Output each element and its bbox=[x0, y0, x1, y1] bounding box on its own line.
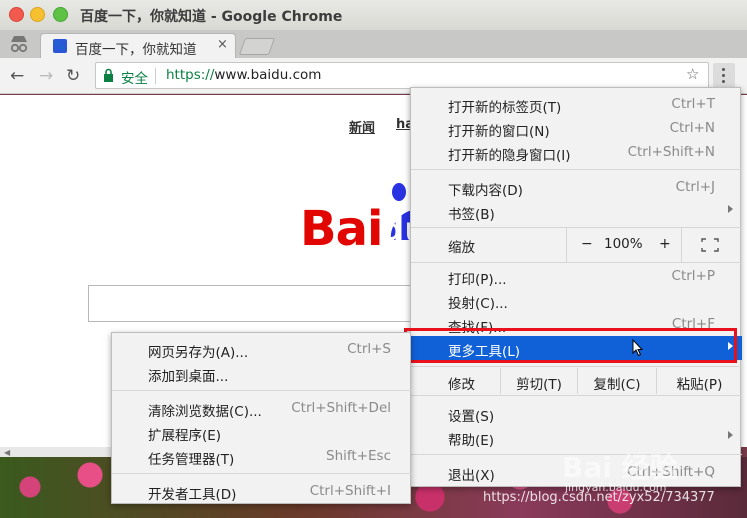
menu-item-label: 退出(X) bbox=[448, 468, 495, 484]
address-divider bbox=[155, 68, 156, 84]
menu-divider bbox=[411, 169, 742, 170]
menu-item-label: 下载内容(D) bbox=[448, 183, 523, 199]
lock-icon bbox=[104, 68, 113, 82]
mouse-cursor-icon bbox=[632, 339, 644, 357]
url-host: www.baidu.com bbox=[214, 67, 322, 83]
zoom-in-button[interactable]: + bbox=[659, 236, 671, 252]
tab-title: 百度一下，你就知道 bbox=[75, 42, 197, 58]
menu-divider bbox=[112, 473, 412, 474]
fullscreen-icon[interactable] bbox=[701, 238, 719, 252]
bookmark-star-icon[interactable]: ☆ bbox=[686, 65, 699, 83]
menu-dot bbox=[722, 74, 725, 77]
submenu-item-add-to-desktop[interactable]: 添加到桌面... bbox=[112, 361, 412, 385]
scroll-left-icon[interactable]: ◀ bbox=[4, 448, 10, 457]
menu-dot bbox=[722, 80, 725, 83]
menu-item-label: 打印(P)... bbox=[448, 272, 507, 288]
copy-button[interactable]: 复制(C) bbox=[577, 368, 656, 394]
menu-item-label: 书签(B) bbox=[448, 207, 495, 223]
watermark-logo: Bai 经验 bbox=[562, 451, 678, 484]
annotation-highlight-box bbox=[404, 328, 737, 363]
tab-strip: 🐾 百度一下，你就知道 × bbox=[0, 30, 747, 58]
window-maximize-button[interactable] bbox=[53, 7, 68, 22]
window-minimize-button[interactable] bbox=[30, 7, 45, 22]
secure-label: 安全 bbox=[121, 71, 148, 87]
submenu-item-developer-tools[interactable]: 开发者工具(D) Ctrl+Shift+I bbox=[112, 479, 412, 503]
menu-divider bbox=[411, 395, 742, 396]
menu-divider bbox=[411, 366, 742, 367]
submenu-item-shortcut: Ctrl+Shift+Del bbox=[291, 400, 391, 416]
submenu-item-shortcut: Ctrl+Shift+I bbox=[309, 483, 391, 499]
more-tools-submenu: 网页另存为(A)... Ctrl+S 添加到桌面... 清除浏览数据(C)...… bbox=[111, 332, 412, 504]
menu-item-cast[interactable]: 投射(C)... bbox=[411, 288, 742, 312]
chrome-menu-button[interactable] bbox=[713, 63, 735, 87]
menu-divider bbox=[112, 390, 412, 391]
menu-item-bookmarks[interactable]: 书签(B) bbox=[411, 199, 742, 223]
nav-link-news[interactable]: 新闻 bbox=[349, 117, 375, 136]
submenu-item-label: 清除浏览数据(C)... bbox=[148, 404, 262, 420]
menu-item-label: 打开新的窗口(N) bbox=[448, 124, 550, 140]
new-tab-button[interactable] bbox=[238, 38, 276, 55]
submenu-item-extensions[interactable]: 扩展程序(E) bbox=[112, 420, 412, 444]
watermark-blog-url: https://blog.csdn.net/zyx52/734377 bbox=[483, 490, 715, 505]
submenu-arrow-icon bbox=[728, 205, 733, 213]
incognito-icon bbox=[10, 36, 28, 53]
submenu-item-task-manager[interactable]: 任务管理器(T) Shift+Esc bbox=[112, 444, 412, 468]
tab-close-icon[interactable]: × bbox=[217, 37, 228, 52]
menu-zoom-row: 缩放 − 100% + bbox=[411, 228, 742, 262]
menu-item-label: 设置(S) bbox=[448, 409, 495, 425]
menu-item-downloads[interactable]: 下载内容(D) Ctrl+J bbox=[411, 175, 742, 199]
submenu-item-shortcut: Ctrl+S bbox=[347, 341, 391, 357]
edit-label: 修改 bbox=[448, 377, 475, 393]
menu-item-label: 投射(C)... bbox=[448, 296, 508, 312]
submenu-item-label: 开发者工具(D) bbox=[148, 487, 237, 503]
menu-item-print[interactable]: 打印(P)... Ctrl+P bbox=[411, 264, 742, 288]
menu-item-shortcut: Ctrl+P bbox=[671, 268, 715, 284]
tab-baidu[interactable]: 🐾 百度一下，你就知道 × bbox=[40, 33, 236, 58]
submenu-item-label: 扩展程序(E) bbox=[148, 428, 222, 444]
submenu-arrow-icon bbox=[728, 431, 733, 439]
cut-button[interactable]: 剪切(T) bbox=[500, 368, 577, 394]
submenu-item-clear-browsing-data[interactable]: 清除浏览数据(C)... Ctrl+Shift+Del bbox=[112, 396, 412, 420]
menu-item-new-incognito-window[interactable]: 打开新的隐身窗口(I) Ctrl+Shift+N bbox=[411, 140, 742, 164]
window-title: 百度一下，你就知道 - Google Chrome bbox=[80, 9, 343, 25]
menu-item-shortcut: Ctrl+T bbox=[671, 96, 715, 112]
zoom-label: 缩放 bbox=[448, 240, 475, 256]
menu-item-new-window[interactable]: 打开新的窗口(N) Ctrl+N bbox=[411, 116, 742, 140]
baidu-logo-text: Bai bbox=[300, 201, 383, 257]
menu-dot bbox=[722, 68, 725, 71]
zoom-controls: − 100% + bbox=[566, 228, 682, 262]
submenu-item-label: 添加到桌面... bbox=[148, 369, 229, 385]
menu-item-settings[interactable]: 设置(S) bbox=[411, 401, 742, 425]
menu-item-new-tab[interactable]: 打开新的标签页(T) Ctrl+T bbox=[411, 92, 742, 116]
search-input[interactable] bbox=[88, 285, 418, 322]
menu-item-shortcut: Ctrl+N bbox=[669, 120, 715, 136]
menu-item-shortcut: Ctrl+J bbox=[675, 179, 715, 195]
reload-icon[interactable]: ↻ bbox=[66, 66, 80, 86]
window-close-button[interactable] bbox=[9, 7, 24, 22]
paste-button[interactable]: 粘贴(P) bbox=[656, 368, 742, 394]
window-title-bar: 百度一下，你就知道 - Google Chrome bbox=[0, 0, 747, 30]
menu-item-label: 帮助(E) bbox=[448, 433, 495, 449]
baidu-favicon-icon: 🐾 bbox=[53, 39, 67, 53]
submenu-item-save-page-as[interactable]: 网页另存为(A)... Ctrl+S bbox=[112, 337, 412, 361]
menu-item-shortcut: Ctrl+Shift+N bbox=[627, 144, 715, 160]
submenu-item-label: 网页另存为(A)... bbox=[148, 345, 249, 361]
menu-edit-row: 修改 剪切(T) 复制(C) 粘贴(P) bbox=[411, 368, 742, 394]
chrome-main-menu: 打开新的标签页(T) Ctrl+T 打开新的窗口(N) Ctrl+N 打开新的隐… bbox=[410, 87, 742, 487]
zoom-level: 100% bbox=[604, 236, 643, 252]
url-text[interactable]: https://www.baidu.com bbox=[166, 67, 321, 83]
submenu-item-shortcut: Shift+Esc bbox=[326, 448, 391, 464]
menu-item-label: 打开新的隐身窗口(I) bbox=[448, 148, 571, 164]
submenu-item-label: 任务管理器(T) bbox=[148, 452, 235, 468]
menu-item-label: 打开新的标签页(T) bbox=[448, 100, 562, 116]
address-bar[interactable]: 安全 https://www.baidu.com ☆ bbox=[95, 62, 709, 89]
back-arrow-icon[interactable]: ← bbox=[10, 66, 24, 86]
forward-arrow-icon[interactable]: → bbox=[39, 66, 53, 86]
zoom-out-button[interactable]: − bbox=[581, 236, 593, 252]
menu-divider bbox=[411, 262, 742, 263]
url-scheme: https:// bbox=[166, 67, 215, 83]
